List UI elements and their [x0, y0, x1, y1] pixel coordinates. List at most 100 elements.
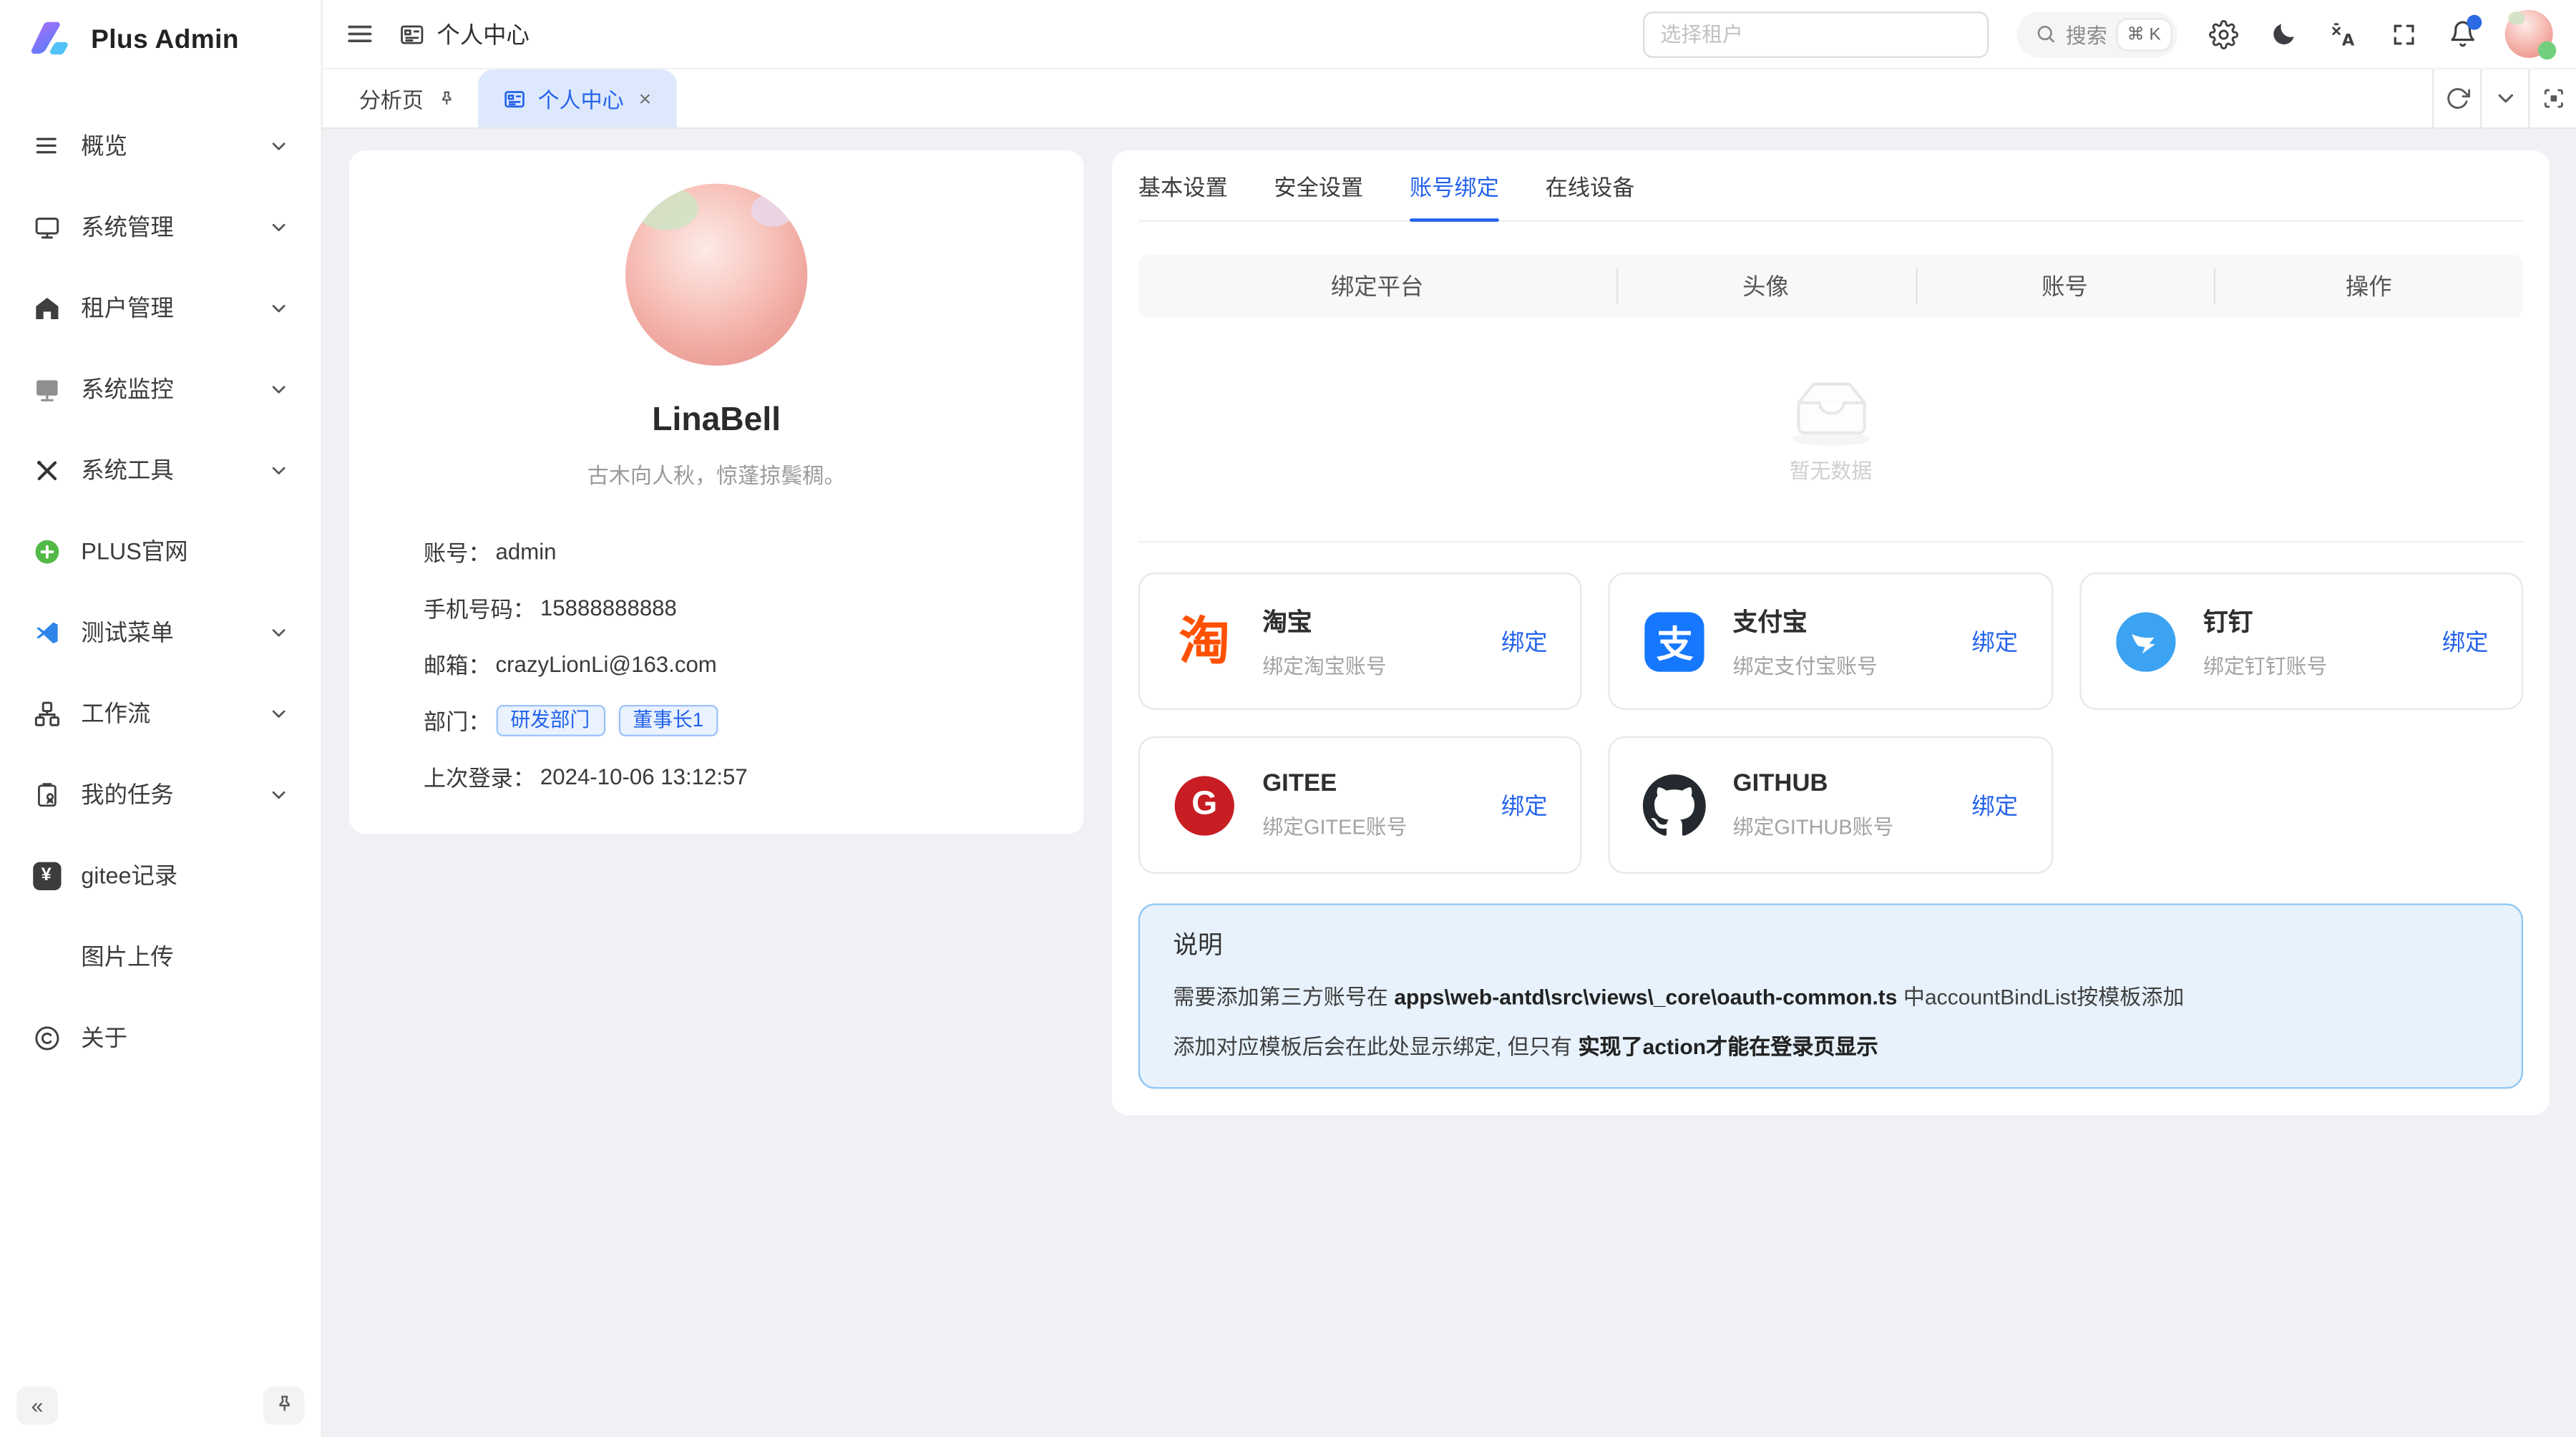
display-icon — [31, 374, 62, 404]
binding-cards: 淘 淘宝 绑定淘宝账号 绑定 支 支付宝 — [1138, 573, 2523, 874]
tab-label: 个人中心 — [538, 83, 624, 115]
sidebar-item-plus-website[interactable]: PLUS官网 — [16, 520, 304, 583]
notifications-button[interactable] — [2449, 20, 2477, 48]
close-icon[interactable]: × — [639, 86, 652, 111]
tools-icon — [31, 455, 62, 485]
fullscreen-icon — [2391, 21, 2417, 47]
sidebar-item-image-upload[interactable]: 图片上传 — [16, 925, 304, 988]
profile-field-email: 邮箱： crazyLionLi@163.com — [424, 635, 1010, 692]
app-window: Plus Admin 概览 系统管理 — [0, 0, 2576, 1437]
sidebar-item-label: 我的任务 — [81, 778, 248, 811]
language-button[interactable]: A — [2330, 19, 2360, 49]
note-line-2: 添加对应模板后会在此处显示绑定, 但只有 实现了action才能在登录页显示 — [1173, 1029, 2488, 1061]
copyright-icon — [31, 1023, 62, 1053]
sidebar-item-overview[interactable]: 概览 — [16, 115, 304, 177]
sidebar-item-about[interactable]: 关于 — [16, 1006, 304, 1069]
global-search-button[interactable]: 搜索 ⌘ K — [2016, 11, 2177, 57]
sidebar-item-label: 概览 — [81, 129, 248, 162]
bind-dingtalk-button[interactable]: 绑定 — [2442, 625, 2489, 658]
sidebar-item-label: 系统监控 — [81, 372, 248, 405]
tab-personal-center[interactable]: 个人中心 × — [478, 69, 676, 127]
bind-github-button[interactable]: 绑定 — [1971, 789, 2018, 822]
fullscreen-button[interactable] — [2391, 21, 2417, 47]
theme-toggle-button[interactable] — [2270, 20, 2298, 48]
sidebar-item-label: 测试菜单 — [81, 615, 248, 648]
chevron-down-icon — [268, 621, 290, 643]
moon-icon — [2270, 20, 2298, 48]
bind-taobao-button[interactable]: 绑定 — [1501, 625, 1548, 658]
binding-card-gitee: G GITEE 绑定GITEE账号 绑定 — [1138, 736, 1582, 874]
home-icon — [31, 293, 62, 323]
view-tabbar: 分析页 个人中心 × — [323, 69, 2576, 129]
sidebar-item-gitee-records[interactable]: ¥ gitee记录 — [16, 844, 304, 907]
tab-account-binding[interactable]: 账号绑定 — [1410, 169, 1499, 220]
sidebar-collapse-button[interactable]: « — [16, 1385, 58, 1423]
user-avatar[interactable] — [2505, 10, 2553, 58]
settings-tabs: 基本设置 安全设置 账号绑定 在线设备 — [1138, 150, 2523, 221]
gear-icon — [2209, 19, 2239, 49]
chevron-down-icon — [268, 297, 290, 318]
column-actions: 操作 — [2214, 270, 2523, 303]
profile-fields: 账号： admin 手机号码： 15888888888 邮箱： crazyLio… — [424, 523, 1010, 804]
search-icon — [2034, 23, 2056, 44]
app-title: Plus Admin — [91, 26, 239, 57]
sidebar-item-tenant-management[interactable]: 租户管理 — [16, 276, 304, 339]
breadcrumb-label: 个人中心 — [436, 17, 529, 50]
monitor-icon — [31, 212, 62, 242]
sidebar-toggle-button[interactable] — [346, 20, 374, 48]
sidebar-item-label: 系统工具 — [81, 454, 248, 487]
search-shortcut-badge: ⌘ K — [2117, 19, 2171, 49]
sidebar-item-label: 关于 — [81, 1021, 289, 1054]
sidebar-item-label: gitee记录 — [81, 859, 289, 892]
binding-desc: 绑定GITHUB账号 — [1733, 809, 1894, 841]
pin-icon — [272, 1393, 295, 1416]
tab-analytics[interactable]: 分析页 — [338, 69, 479, 127]
department-tag: 研发部门 — [496, 704, 605, 736]
sidebar-item-workflow[interactable]: 工作流 — [16, 682, 304, 745]
taobao-icon: 淘 — [1173, 610, 1236, 673]
settings-panel: 基本设置 安全设置 账号绑定 在线设备 绑定平台 头像 账号 操作 — [1112, 150, 2550, 1115]
tenant-select-input[interactable] — [1642, 11, 1988, 57]
tab-security-settings[interactable]: 安全设置 — [1274, 169, 1363, 220]
sidebar-item-my-tasks[interactable]: 我的任务 — [16, 763, 304, 826]
online-status-dot — [2538, 42, 2556, 59]
tab-label: 分析页 — [359, 83, 424, 115]
column-avatar: 头像 — [1616, 270, 1915, 303]
sidebar-item-system-management[interactable]: 系统管理 — [16, 195, 304, 258]
tab-online-devices[interactable]: 在线设备 — [1546, 169, 1635, 220]
binding-desc: 绑定GITEE账号 — [1262, 809, 1407, 841]
calendar-yen-icon: ¥ — [31, 860, 62, 890]
chevron-down-icon — [268, 135, 290, 156]
empty-text: 暂无数据 — [1790, 454, 1873, 485]
chevron-down-icon — [268, 703, 290, 724]
sidebar-item-system-tools[interactable]: 系统工具 — [16, 439, 304, 502]
profile-avatar — [625, 184, 807, 366]
refresh-tab-button[interactable] — [2432, 69, 2480, 127]
sidebar-item-label: 系统管理 — [81, 210, 248, 243]
empty-state: 暂无数据 — [1138, 318, 2523, 542]
translate-icon: A — [2330, 19, 2360, 49]
sidebar-pin-button[interactable] — [263, 1385, 305, 1423]
bind-alipay-button[interactable]: 绑定 — [1971, 625, 2018, 658]
vscode-icon — [31, 617, 62, 647]
page-content: LinaBell 古木向人秋，惊蓬掠鬓稠。 账号： admin 手机号码： 15… — [323, 129, 2576, 1437]
chevron-down-icon — [268, 784, 290, 805]
tab-basic-settings[interactable]: 基本设置 — [1138, 169, 1228, 220]
breadcrumb: 个人中心 — [399, 17, 530, 50]
profile-name: LinaBell — [424, 402, 1010, 440]
bind-gitee-button[interactable]: 绑定 — [1501, 789, 1548, 822]
id-card-icon — [503, 87, 526, 109]
svg-text:A: A — [2342, 30, 2355, 49]
settings-button[interactable] — [2209, 19, 2239, 49]
plus-circle-icon — [31, 536, 62, 566]
search-label: 搜索 — [2066, 18, 2107, 49]
binding-name: GITHUB — [1733, 769, 1828, 797]
column-platform: 绑定平台 — [1138, 270, 1616, 303]
overview-icon — [31, 131, 62, 161]
sidebar-item-test-menu[interactable]: 测试菜单 — [16, 600, 304, 663]
binding-card-taobao: 淘 淘宝 绑定淘宝账号 绑定 — [1138, 573, 1582, 710]
maximize-content-button[interactable] — [2528, 69, 2576, 127]
tab-menu-button[interactable] — [2480, 69, 2528, 127]
profile-field-department: 部门： 研发部门 董事长1 — [424, 691, 1010, 748]
sidebar-item-system-monitor[interactable]: 系统监控 — [16, 357, 304, 420]
